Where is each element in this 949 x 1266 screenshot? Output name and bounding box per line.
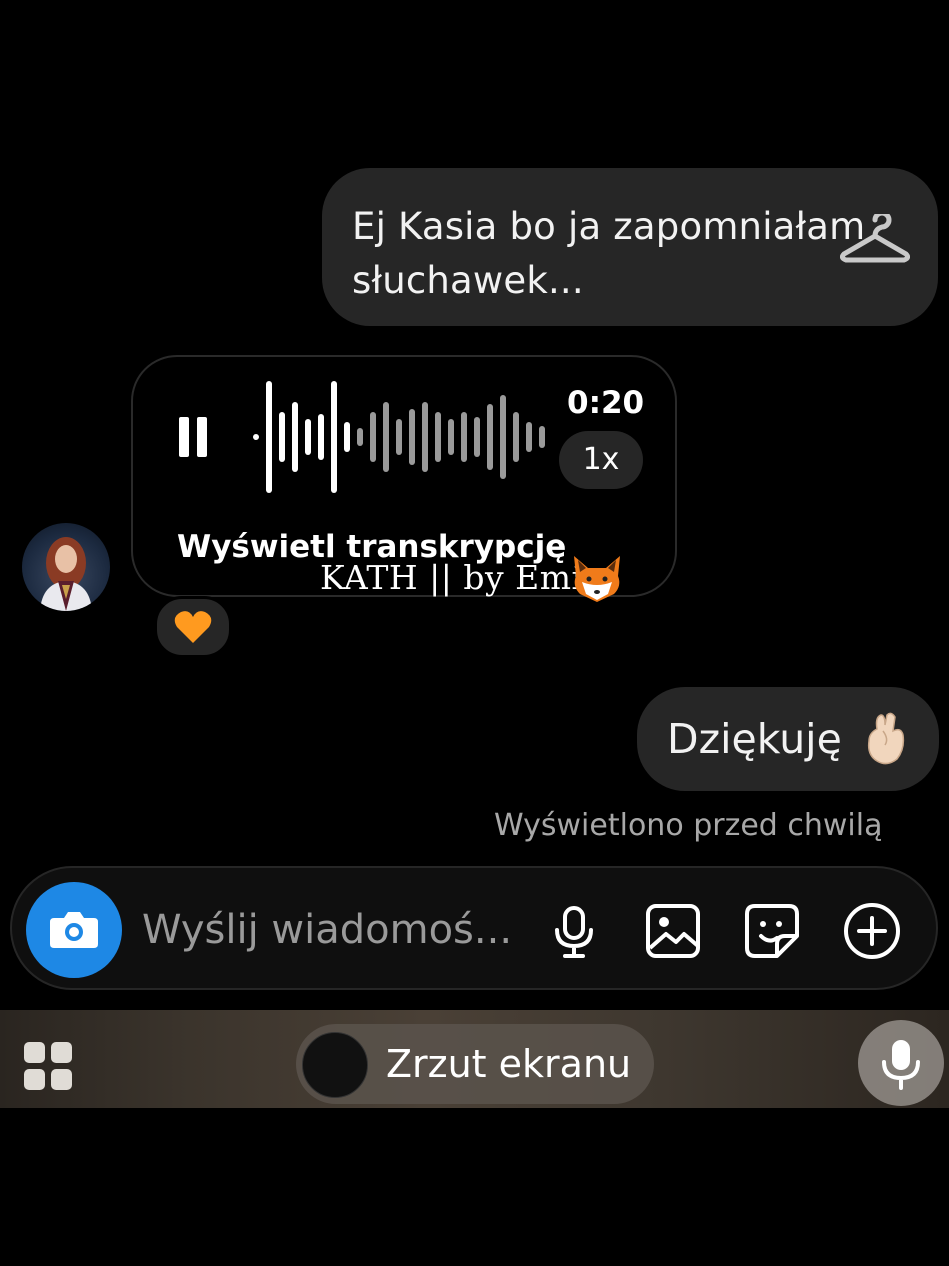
waveform-bar — [383, 402, 389, 472]
avatar[interactable] — [22, 523, 110, 611]
waveform-bar — [474, 417, 480, 457]
waveform-bar — [409, 409, 415, 465]
playback-speed-button[interactable]: 1x — [559, 431, 643, 489]
waveform-bar — [539, 426, 545, 448]
avatar-image — [40, 537, 92, 611]
camera-button[interactable] — [26, 882, 122, 978]
fox-emoji-icon — [574, 556, 620, 602]
audio-waveform[interactable] — [249, 377, 549, 497]
sticker-icon[interactable] — [741, 900, 803, 962]
message-bubble-outgoing[interactable]: Ej Kasia bo ja zapomniałam słuchawek... — [322, 168, 938, 326]
waveform-bar — [279, 412, 285, 462]
waveform-bar — [435, 412, 441, 462]
pause-icon[interactable] — [179, 417, 209, 457]
seen-status: Wyświetlono przed chwilą — [494, 808, 883, 843]
voice-duration: 0:20 — [567, 385, 645, 421]
watermark-text: KATH || by Emi — [320, 558, 583, 597]
waveform-bar — [526, 422, 532, 452]
screenshot-label: Zrzut ekranu — [386, 1042, 632, 1086]
gallery-icon[interactable] — [642, 900, 704, 962]
message-composer — [10, 866, 938, 990]
screenshot-pill[interactable]: Zrzut ekranu — [296, 1024, 654, 1104]
waveform-bar — [344, 422, 350, 452]
waveform-bar — [422, 402, 428, 472]
microphone-icon[interactable] — [543, 900, 605, 962]
waveform-bar — [318, 414, 324, 460]
microphone-icon — [882, 1040, 920, 1090]
message-text: Ej Kasia bo ja zapomniałam słuchawek... — [352, 205, 866, 302]
waveform-bar — [266, 381, 272, 493]
message-bubble-outgoing[interactable]: Dziękuję — [637, 687, 939, 791]
waveform-bar — [396, 419, 402, 455]
waveform-bar — [305, 419, 311, 455]
reaction-badge[interactable] — [154, 596, 232, 658]
waveform-bar — [292, 402, 298, 472]
waveform-bar — [253, 434, 259, 440]
message-input[interactable] — [142, 902, 532, 958]
waveform-bar — [500, 395, 506, 479]
waveform-bar — [331, 381, 337, 493]
waveform-bar — [357, 428, 363, 446]
waveform-bar — [461, 412, 467, 462]
plus-icon[interactable] — [841, 900, 903, 962]
waveform-bar — [448, 419, 454, 455]
hand-emoji-icon — [867, 712, 905, 765]
screen-recorder-bar: Zrzut ekranu — [0, 1010, 949, 1108]
waveform-bar — [513, 412, 519, 462]
waveform-bar — [487, 404, 493, 470]
hanger-icon — [840, 214, 910, 263]
orange-heart-icon — [174, 611, 212, 643]
screenshot-thumbnail — [302, 1032, 368, 1098]
waveform-bar — [370, 412, 376, 462]
voice-input-button[interactable] — [858, 1020, 944, 1106]
camera-icon — [50, 912, 98, 948]
grid-icon[interactable] — [24, 1042, 72, 1090]
message-text: Dziękuję — [667, 715, 842, 763]
